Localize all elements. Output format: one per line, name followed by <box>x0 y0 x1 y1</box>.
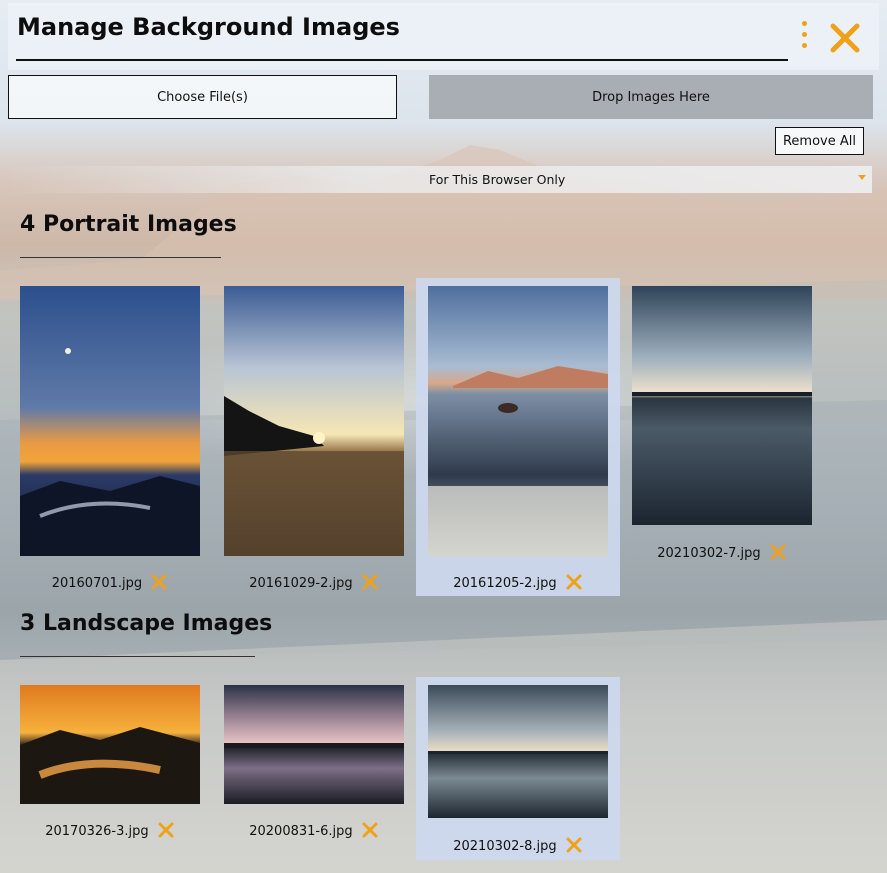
image-caption: 20161029-2.jpg <box>216 573 412 591</box>
delete-image-icon[interactable] <box>769 543 787 561</box>
landscape-section-title: 3 Landscape Images <box>20 611 273 636</box>
landscape-section-rule <box>20 656 255 657</box>
drop-zone-label: Drop Images Here <box>592 89 710 105</box>
delete-image-icon[interactable] <box>565 573 583 591</box>
delete-image-icon[interactable] <box>157 821 175 839</box>
image-card[interactable]: 20161029-2.jpg <box>216 278 412 596</box>
image-thumbnail[interactable] <box>224 286 404 556</box>
image-card-selected[interactable]: 20210302-8.jpg <box>416 677 620 860</box>
image-filename: 20160701.jpg <box>51 576 143 591</box>
dialog-title: Manage Background Images <box>17 13 400 41</box>
vertical-dots-icon[interactable] <box>796 21 812 57</box>
image-filename: 20161029-2.jpg <box>249 576 353 591</box>
image-thumbnail[interactable] <box>428 685 608 818</box>
image-filename: 20210302-7.jpg <box>657 546 761 561</box>
close-x-icon[interactable] <box>828 21 862 55</box>
image-caption: 20210302-7.jpg <box>624 543 820 561</box>
image-card[interactable]: 20170326-3.jpg <box>12 677 208 843</box>
image-filename: 20161205-2.jpg <box>453 576 557 591</box>
image-caption: 20161205-2.jpg <box>416 573 620 591</box>
delete-image-icon[interactable] <box>361 821 379 839</box>
drop-images-zone[interactable]: Drop Images Here <box>429 75 873 119</box>
image-card[interactable]: 20210302-7.jpg <box>624 278 820 566</box>
storage-scope-select[interactable]: For This Browser Only <box>8 166 872 193</box>
image-filename: 20170326-3.jpg <box>45 824 149 839</box>
delete-image-icon[interactable] <box>361 573 379 591</box>
image-card-selected[interactable]: 20161205-2.jpg <box>416 278 620 596</box>
portrait-section-title: 4 Portrait Images <box>20 212 237 237</box>
title-underline <box>16 59 788 61</box>
image-thumbnail[interactable] <box>20 286 200 556</box>
image-card[interactable]: 20160701.jpg <box>12 278 208 596</box>
choose-files-button[interactable]: Choose File(s) <box>8 75 397 119</box>
delete-image-icon[interactable] <box>565 836 583 854</box>
image-filename: 20210302-8.jpg <box>453 839 557 854</box>
image-thumbnail[interactable] <box>20 685 200 804</box>
image-filename: 20200831-6.jpg <box>249 824 353 839</box>
image-caption: 20210302-8.jpg <box>416 836 620 854</box>
dialog-header: Manage Background Images <box>8 3 879 70</box>
image-caption: 20200831-6.jpg <box>216 821 412 839</box>
storage-scope-value: For This Browser Only <box>429 172 566 187</box>
portrait-section-rule <box>20 257 221 258</box>
image-thumbnail[interactable] <box>632 286 812 525</box>
image-thumbnail[interactable] <box>428 286 608 556</box>
image-card[interactable]: 20200831-6.jpg <box>216 677 412 843</box>
image-thumbnail[interactable] <box>224 685 404 804</box>
image-caption: 20160701.jpg <box>12 573 208 591</box>
image-caption: 20170326-3.jpg <box>12 821 208 839</box>
delete-image-icon[interactable] <box>150 573 168 591</box>
chevron-down-icon <box>858 175 866 180</box>
remove-all-button[interactable]: Remove All <box>775 127 864 155</box>
